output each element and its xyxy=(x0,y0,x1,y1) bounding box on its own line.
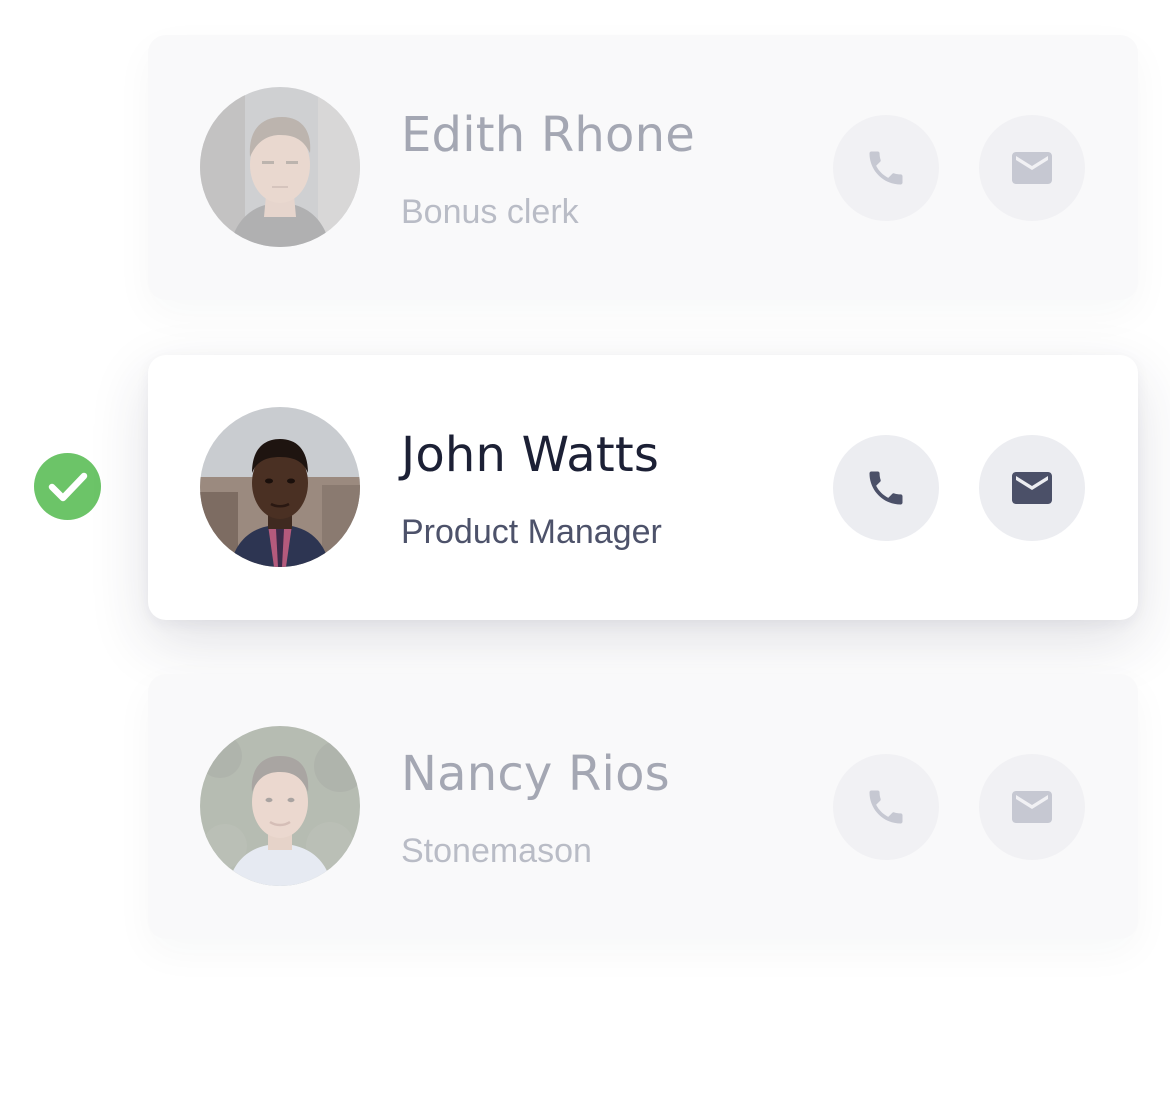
call-button[interactable] xyxy=(833,115,939,221)
mail-icon xyxy=(1012,472,1052,504)
contact-role: Bonus clerk xyxy=(401,193,579,231)
email-button[interactable] xyxy=(979,115,1085,221)
selected-check-icon xyxy=(34,453,101,520)
contact-name: Edith Rhone xyxy=(401,107,695,163)
contact-role: Product Manager xyxy=(401,513,662,551)
contact-card[interactable]: Nancy Rios Stonemason xyxy=(148,674,1138,939)
contact-list: Edith Rhone Bonus clerk John Watts Produ… xyxy=(0,0,1170,1094)
contact-role: Stonemason xyxy=(401,832,592,870)
mail-icon xyxy=(1012,152,1052,184)
contact-name: Nancy Rios xyxy=(401,746,670,802)
phone-icon xyxy=(869,151,903,185)
call-button[interactable] xyxy=(833,754,939,860)
avatar xyxy=(200,726,360,886)
contact-name: John Watts xyxy=(401,427,660,483)
contact-card[interactable]: Edith Rhone Bonus clerk xyxy=(148,35,1138,300)
avatar xyxy=(200,407,360,567)
contact-card-selected[interactable]: John Watts Product Manager xyxy=(148,355,1138,620)
phone-icon xyxy=(869,790,903,824)
call-button[interactable] xyxy=(833,435,939,541)
email-button[interactable] xyxy=(979,435,1085,541)
avatar xyxy=(200,87,360,247)
email-button[interactable] xyxy=(979,754,1085,860)
phone-icon xyxy=(869,471,903,505)
mail-icon xyxy=(1012,791,1052,823)
